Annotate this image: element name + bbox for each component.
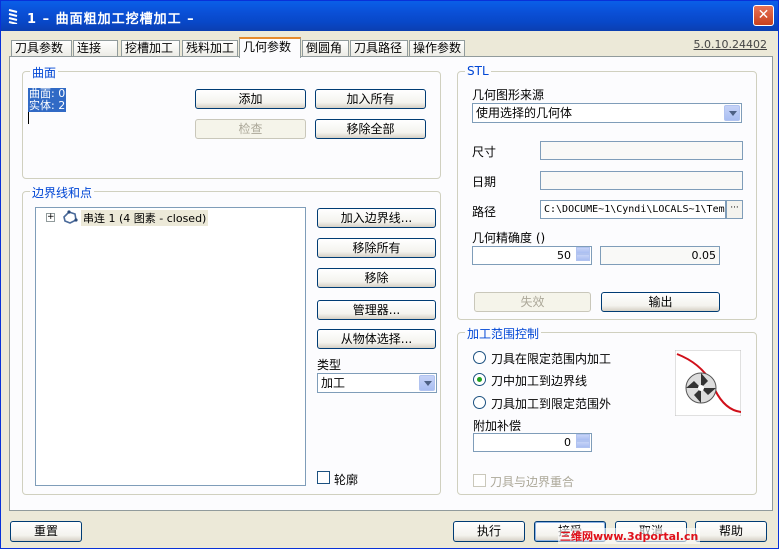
window-title: 1 – 曲面粗加工挖槽加工 – (27, 12, 195, 27)
chevron-down-icon[interactable] (724, 105, 740, 121)
spring-icon (8, 9, 18, 24)
coincide-label: 刀具与边界重合 (490, 475, 575, 489)
stepper-up-icon[interactable] (576, 247, 590, 254)
date-field (540, 171, 743, 190)
path-label: 路径 (472, 205, 497, 219)
source-label: 几何图形来源 (472, 88, 545, 102)
extra-offset-stepper[interactable] (576, 434, 590, 449)
remove-all-button[interactable]: 移除所有 (317, 238, 436, 258)
chevron-down-icon[interactable] (419, 375, 435, 391)
size-label: 尺寸 (472, 145, 497, 159)
tool-boundary-preview (675, 350, 741, 416)
radio-center[interactable] (473, 373, 486, 386)
manager-button[interactable]: 管理器... (317, 300, 436, 320)
title-bar[interactable]: 1 – 曲面粗加工挖槽加工 – ✕ (1, 1, 778, 31)
watermark: 三维网www.3dportal.cn (558, 528, 701, 544)
source-select[interactable]: 使用选择的几何体 (472, 103, 742, 123)
type-value: 加工 (321, 376, 346, 390)
output-button[interactable]: 输出 (601, 292, 720, 312)
date-label: 日期 (472, 175, 497, 189)
tab-fillet[interactable]: 倒圆角 (302, 40, 349, 57)
stepper-down-icon[interactable] (576, 441, 590, 448)
invalid-button[interactable]: 失效 (474, 292, 591, 312)
radio-outside-label: 刀具加工到限定范围外 (491, 397, 612, 411)
chain-icon (63, 210, 78, 224)
tab-link[interactable]: 连接 (73, 40, 118, 57)
expand-icon[interactable]: + (46, 213, 55, 222)
radio-center-label: 刀中加工到边界线 (491, 374, 588, 388)
surface-summary[interactable]: 曲面: 0 实体: 2 (28, 88, 67, 124)
contour-label: 轮廓 (334, 473, 359, 487)
remove-all-surfaces-button[interactable]: 移除全部 (315, 119, 426, 139)
radio-inside-label: 刀具在限定范围内加工 (491, 352, 612, 366)
precision-stepper[interactable] (576, 247, 590, 262)
radio-inside[interactable] (473, 351, 486, 364)
type-select[interactable]: 加工 (317, 373, 437, 393)
tree-item-chain[interactable]: 串连 1 (4 图素 - closed) (81, 210, 209, 226)
tab-tool-params[interactable]: 刀具参数 (11, 40, 72, 57)
solid-count: 实体: 2 (28, 99, 67, 112)
contour-checkbox[interactable] (317, 471, 330, 484)
stl-group-title: STL (465, 64, 491, 78)
boundary-tree[interactable]: + 串连 1 (4 图素 - closed) (35, 207, 306, 486)
surface-group: 曲面 曲面: 0 实体: 2 添加 加入所有 检查 移除全部 (22, 64, 441, 179)
add-all-button[interactable]: 加入所有 (315, 89, 426, 109)
range-group: 加工范围控制 刀具在限定范围内加工 刀中加工到边界线 刀具加工到限定范围外 附加… (457, 325, 757, 495)
browse-icon[interactable]: ··· (726, 200, 743, 219)
extra-offset-label: 附加补偿 (473, 419, 522, 433)
extra-offset-input[interactable]: 0 (473, 433, 592, 452)
stepper-down-icon[interactable] (576, 254, 590, 261)
reset-button[interactable]: 重置 (10, 521, 82, 542)
check-button[interactable]: 检查 (195, 119, 306, 139)
size-field (540, 141, 743, 160)
precision-result: 0.05 (600, 246, 720, 265)
range-group-title: 加工范围控制 (465, 325, 542, 342)
path-field[interactable]: C:\DOCUME~1\Cyndi\LOCALS~1\Temp (540, 200, 726, 219)
type-label: 类型 (317, 358, 342, 372)
tab-operation[interactable]: 操作参数 (409, 40, 465, 57)
radio-outside[interactable] (473, 396, 486, 409)
tab-pocket[interactable]: 挖槽加工 (121, 40, 180, 57)
boundary-group-title: 边界线和点 (30, 184, 95, 201)
coincide-checkbox[interactable] (473, 474, 486, 487)
stepper-up-icon[interactable] (576, 434, 590, 441)
dialog-window: 1 – 曲面粗加工挖槽加工 – ✕ 刀具参数 连接 挖槽加工 残料加工 几何参数… (0, 0, 779, 549)
precision-label: 几何精确度 () (472, 231, 546, 245)
from-solid-button[interactable]: 从物体选择... (317, 329, 436, 349)
tab-rest[interactable]: 残料加工 (182, 40, 238, 57)
help-button[interactable]: 帮助 (695, 521, 767, 542)
stl-group: STL 几何图形来源 使用选择的几何体 尺寸 日期 路径 C:\DOCUME~1… (457, 64, 757, 320)
source-value: 使用选择的几何体 (476, 106, 573, 120)
execute-button[interactable]: 执行 (453, 521, 525, 542)
tab-geometry[interactable]: 几何参数 (239, 37, 301, 58)
add-button[interactable]: 添加 (195, 89, 306, 109)
tab-toolpath[interactable]: 刀具路径 (350, 40, 408, 57)
surface-group-title: 曲面 (30, 64, 59, 81)
version-link[interactable]: 5.0.10.24402 (694, 38, 767, 51)
boundary-group: 边界线和点 + 串连 1 (4 图素 - closed) 加入边界线... 移除… (22, 184, 441, 495)
tab-panel: 曲面 曲面: 0 实体: 2 添加 加入所有 检查 移除全部 边界线和点 + 串… (9, 56, 773, 511)
precision-input[interactable]: 50 (472, 246, 592, 265)
add-boundary-button[interactable]: 加入边界线... (317, 208, 436, 228)
text-cursor (28, 112, 29, 124)
remove-button[interactable]: 移除 (317, 268, 436, 288)
close-button[interactable]: ✕ (753, 5, 774, 26)
